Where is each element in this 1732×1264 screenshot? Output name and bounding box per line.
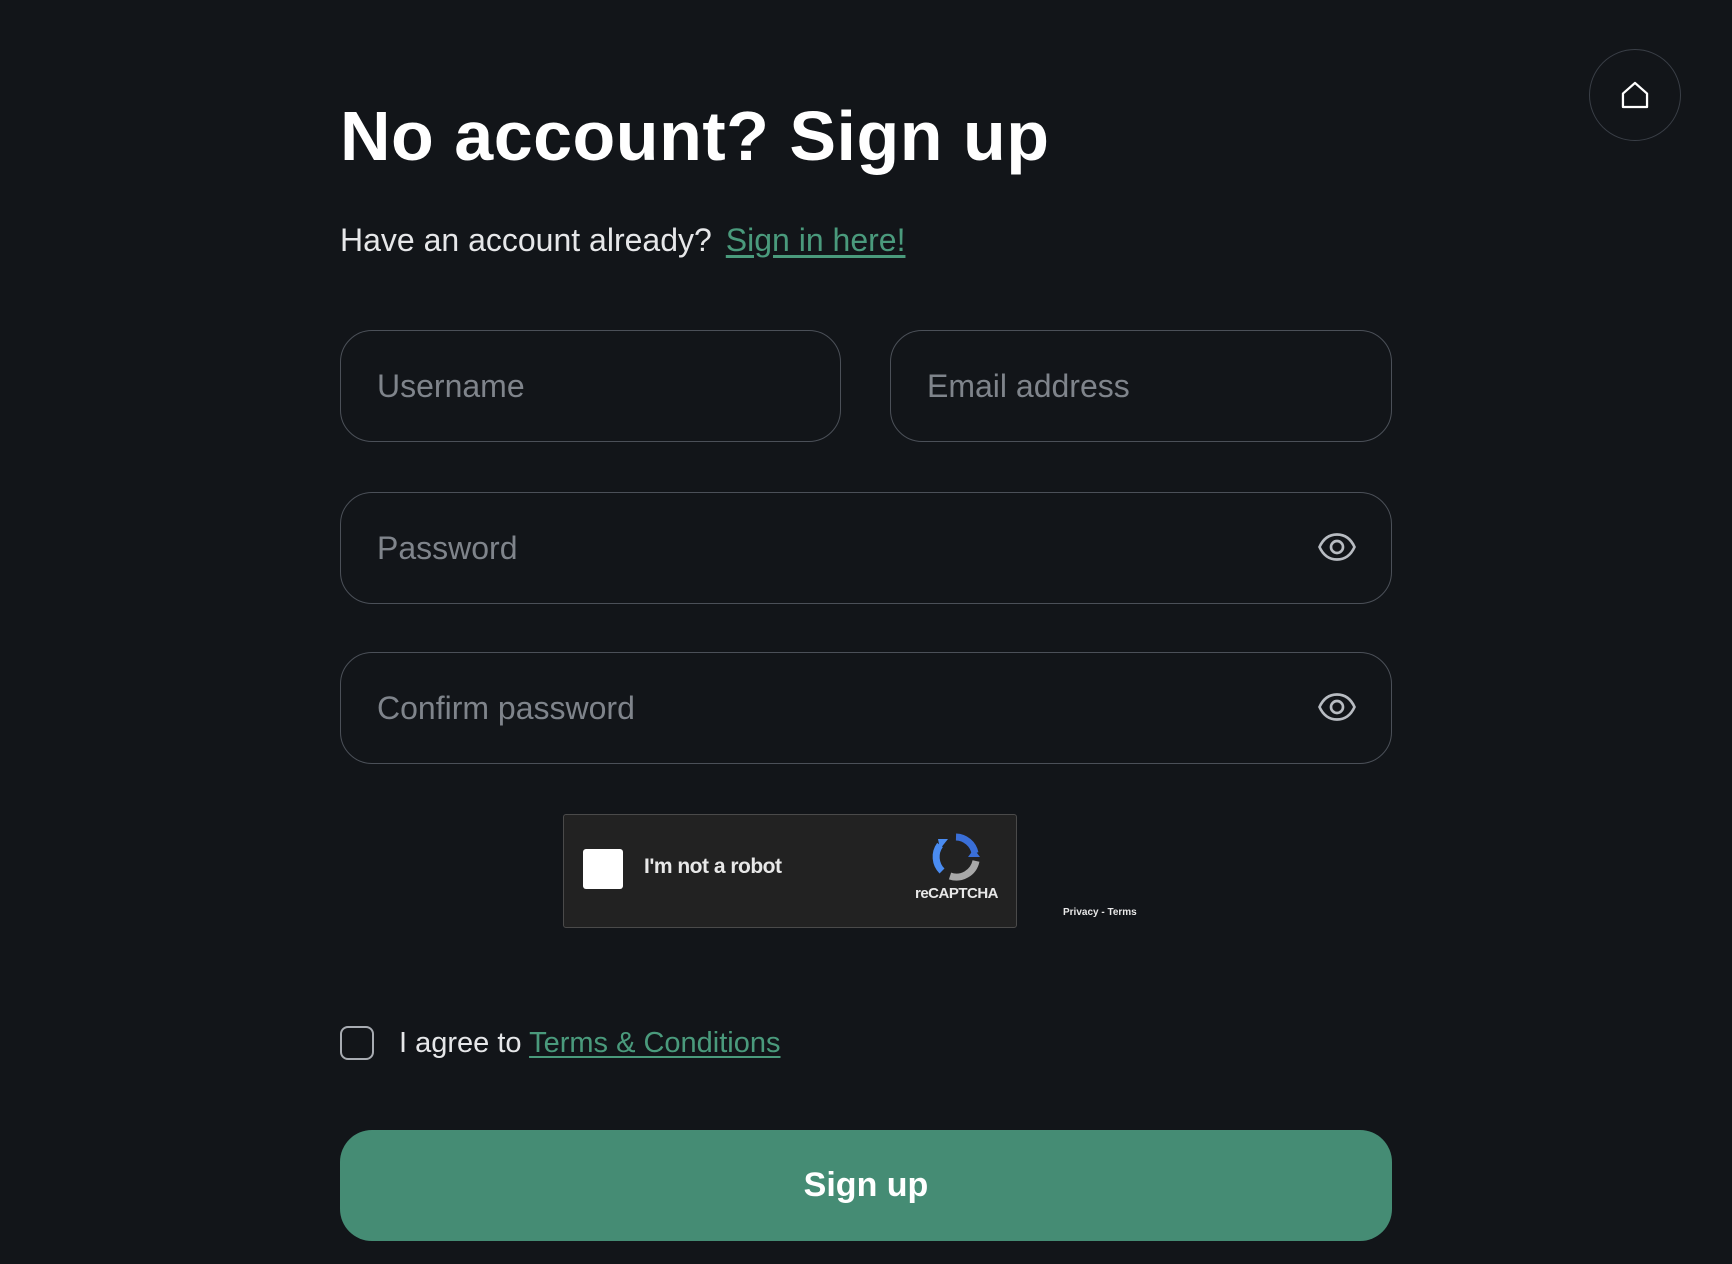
email-input[interactable] xyxy=(927,331,1287,441)
terms-checkbox[interactable] xyxy=(340,1026,374,1060)
page-title: No account? Sign up xyxy=(340,97,1050,175)
home-icon xyxy=(1621,81,1649,109)
recaptcha-checkbox[interactable] xyxy=(583,849,623,889)
recaptcha-logo-icon xyxy=(932,833,980,881)
signin-prompt-text: Have an account already? xyxy=(340,222,712,258)
confirm-password-input[interactable] xyxy=(377,653,1287,763)
password-input[interactable] xyxy=(377,493,1287,603)
terms-link[interactable]: Terms & Conditions xyxy=(529,1027,780,1059)
signup-button[interactable]: Sign up xyxy=(340,1130,1392,1241)
eye-icon[interactable] xyxy=(1317,687,1357,727)
signin-prompt: Have an account already? Sign in here! xyxy=(340,222,905,259)
email-field[interactable] xyxy=(890,330,1392,442)
recaptcha-widget: I'm not a robot reCAPTCHA xyxy=(563,814,1017,928)
terms-prefix: I agree to xyxy=(399,1026,530,1059)
signup-page: No account? Sign up Have an account alre… xyxy=(0,0,1732,1264)
recaptcha-privacy-terms[interactable]: Privacy - Terms xyxy=(1063,907,1137,918)
confirm-password-field[interactable] xyxy=(340,652,1392,764)
signin-link[interactable]: Sign in here! xyxy=(726,222,906,258)
password-field[interactable] xyxy=(340,492,1392,604)
terms-agreement: I agree to Terms & Conditions xyxy=(340,1024,781,1062)
eye-icon[interactable] xyxy=(1317,527,1357,567)
recaptcha-brand: reCAPTCHA xyxy=(915,885,999,902)
home-button[interactable] xyxy=(1589,49,1681,141)
recaptcha-label: I'm not a robot xyxy=(644,855,782,878)
username-field[interactable] xyxy=(340,330,841,442)
username-input[interactable] xyxy=(377,331,736,441)
terms-text: I agree to Terms & Conditions xyxy=(399,1027,781,1060)
